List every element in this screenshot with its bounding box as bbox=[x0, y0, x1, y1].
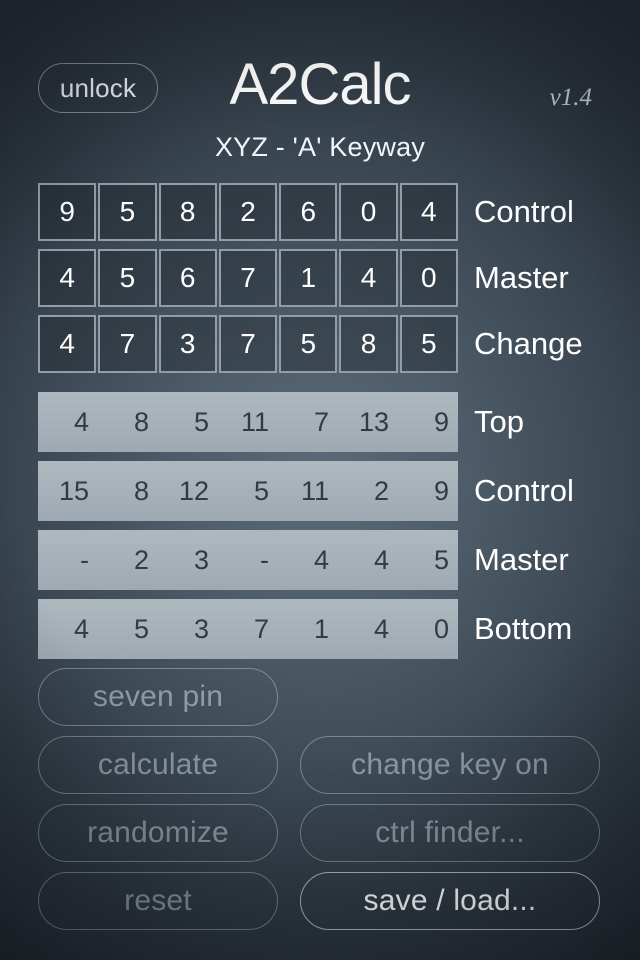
result-panel[interactable]: - 2 3 - 4 4 5 bbox=[38, 530, 458, 590]
pin-box[interactable]: 4 bbox=[399, 183, 458, 241]
result-cell: 2 bbox=[133, 544, 149, 575]
pin-row-label: Master bbox=[474, 260, 569, 295]
result-cell: 4 bbox=[73, 613, 89, 644]
pin-box[interactable]: 8 bbox=[158, 183, 217, 241]
result-row-control: 15 8 12 5 11 2 9 Control bbox=[0, 461, 640, 527]
result-cell: 0 bbox=[433, 613, 449, 644]
result-row-master: - 2 3 - 4 4 5 Master bbox=[0, 530, 640, 596]
result-row-label: Bottom bbox=[474, 611, 573, 646]
app-root: unlock A2Calc v1.4 XYZ - 'A' Keyway 9 5 … bbox=[0, 0, 640, 960]
save-load-button[interactable]: save / load... bbox=[300, 872, 600, 930]
pin-box[interactable]: 6 bbox=[158, 249, 217, 307]
keyway-subtitle: XYZ - 'A' Keyway bbox=[214, 132, 426, 162]
result-cell: 7 bbox=[253, 613, 269, 644]
result-panel[interactable]: 15 8 12 5 11 2 9 bbox=[38, 461, 458, 521]
result-panel[interactable]: 4 5 3 7 1 4 0 bbox=[38, 599, 458, 659]
pin-box[interactable]: 4 bbox=[38, 249, 97, 307]
pin-box[interactable]: 7 bbox=[218, 315, 278, 373]
result-cell: 3 bbox=[193, 544, 209, 575]
page-title: A2Calc bbox=[229, 52, 412, 117]
version-label: v1.4 bbox=[549, 84, 592, 111]
pin-box[interactable]: 0 bbox=[339, 183, 398, 241]
result-row-top: 4 8 5 11 7 13 9 Top bbox=[0, 392, 640, 458]
pin-box[interactable]: 4 bbox=[339, 249, 398, 307]
result-cell: 5 bbox=[433, 544, 449, 575]
pin-boxes-change: 4 7 3 7 5 8 5 bbox=[38, 315, 458, 373]
result-cell: 7 bbox=[313, 406, 329, 437]
pin-row-label: Control bbox=[474, 194, 574, 229]
result-cell: 5 bbox=[253, 475, 269, 506]
result-cell: 4 bbox=[373, 613, 389, 644]
result-cell: 13 bbox=[358, 406, 389, 437]
pin-box[interactable]: 5 bbox=[279, 315, 338, 373]
result-cell: - bbox=[260, 544, 269, 575]
result-cell: 9 bbox=[433, 406, 449, 437]
result-cell: 2 bbox=[373, 475, 389, 506]
pin-row-label: Change bbox=[474, 326, 583, 361]
result-cell: 8 bbox=[133, 475, 149, 506]
pin-box[interactable]: 1 bbox=[279, 249, 338, 307]
pin-row-control: 9 5 8 2 6 0 4 Control bbox=[0, 183, 640, 248]
result-cell: 4 bbox=[313, 544, 329, 575]
result-panel[interactable]: 4 8 5 11 7 13 9 bbox=[38, 392, 458, 452]
result-cell: 12 bbox=[178, 475, 209, 506]
pin-box[interactable]: 4 bbox=[38, 315, 97, 373]
result-cell: 8 bbox=[133, 406, 149, 437]
pin-input-section: 9 5 8 2 6 0 4 Control 4 5 6 7 1 4 0 Mast… bbox=[0, 183, 640, 381]
pin-box[interactable]: 5 bbox=[98, 249, 157, 307]
result-cell: 11 bbox=[300, 475, 329, 506]
result-cell: 15 bbox=[58, 475, 89, 506]
result-cell: 5 bbox=[193, 406, 209, 437]
reset-button[interactable]: reset bbox=[38, 872, 278, 930]
pin-row-master: 4 5 6 7 1 4 0 Master bbox=[0, 249, 640, 314]
result-cell: - bbox=[80, 544, 89, 575]
pin-row-change: 4 7 3 7 5 8 5 Change bbox=[0, 315, 640, 380]
result-row-label: Master bbox=[474, 542, 569, 577]
pin-box[interactable]: 3 bbox=[158, 315, 217, 373]
result-cell: 3 bbox=[193, 613, 209, 644]
results-section: 4 8 5 11 7 13 9 Top 15 8 12 5 11 2 9 Con… bbox=[0, 392, 640, 668]
action-button-area: seven pin calculate change key on random… bbox=[0, 664, 640, 960]
pin-box[interactable]: 7 bbox=[218, 249, 278, 307]
pin-box[interactable]: 7 bbox=[98, 315, 157, 373]
result-cell: 11 bbox=[240, 406, 269, 437]
result-row-bottom: 4 5 3 7 1 4 0 Bottom bbox=[0, 599, 640, 665]
calculate-button[interactable]: calculate bbox=[38, 736, 278, 794]
seven-pin-button[interactable]: seven pin bbox=[38, 668, 278, 726]
result-cell: 9 bbox=[433, 475, 449, 506]
header: unlock A2Calc v1.4 XYZ - 'A' Keyway bbox=[0, 0, 640, 178]
pin-box[interactable]: 6 bbox=[279, 183, 338, 241]
change-key-on-button[interactable]: change key on bbox=[300, 736, 600, 794]
pin-box[interactable]: 5 bbox=[98, 183, 157, 241]
result-cell: 5 bbox=[133, 613, 149, 644]
pin-boxes-master: 4 5 6 7 1 4 0 bbox=[38, 249, 458, 307]
result-cell: 4 bbox=[73, 406, 89, 437]
pin-box[interactable]: 2 bbox=[218, 183, 278, 241]
result-row-label: Control bbox=[474, 473, 574, 508]
pin-boxes-control: 9 5 8 2 6 0 4 bbox=[38, 183, 458, 241]
pin-box[interactable]: 9 bbox=[38, 183, 97, 241]
result-cell: 1 bbox=[313, 613, 329, 644]
result-row-label: Top bbox=[474, 404, 524, 439]
pin-box[interactable]: 0 bbox=[399, 249, 458, 307]
ctrl-finder-button[interactable]: ctrl finder... bbox=[300, 804, 600, 862]
pin-box[interactable]: 8 bbox=[339, 315, 398, 373]
randomize-button[interactable]: randomize bbox=[38, 804, 278, 862]
pin-box[interactable]: 5 bbox=[399, 315, 458, 373]
result-cell: 4 bbox=[373, 544, 389, 575]
